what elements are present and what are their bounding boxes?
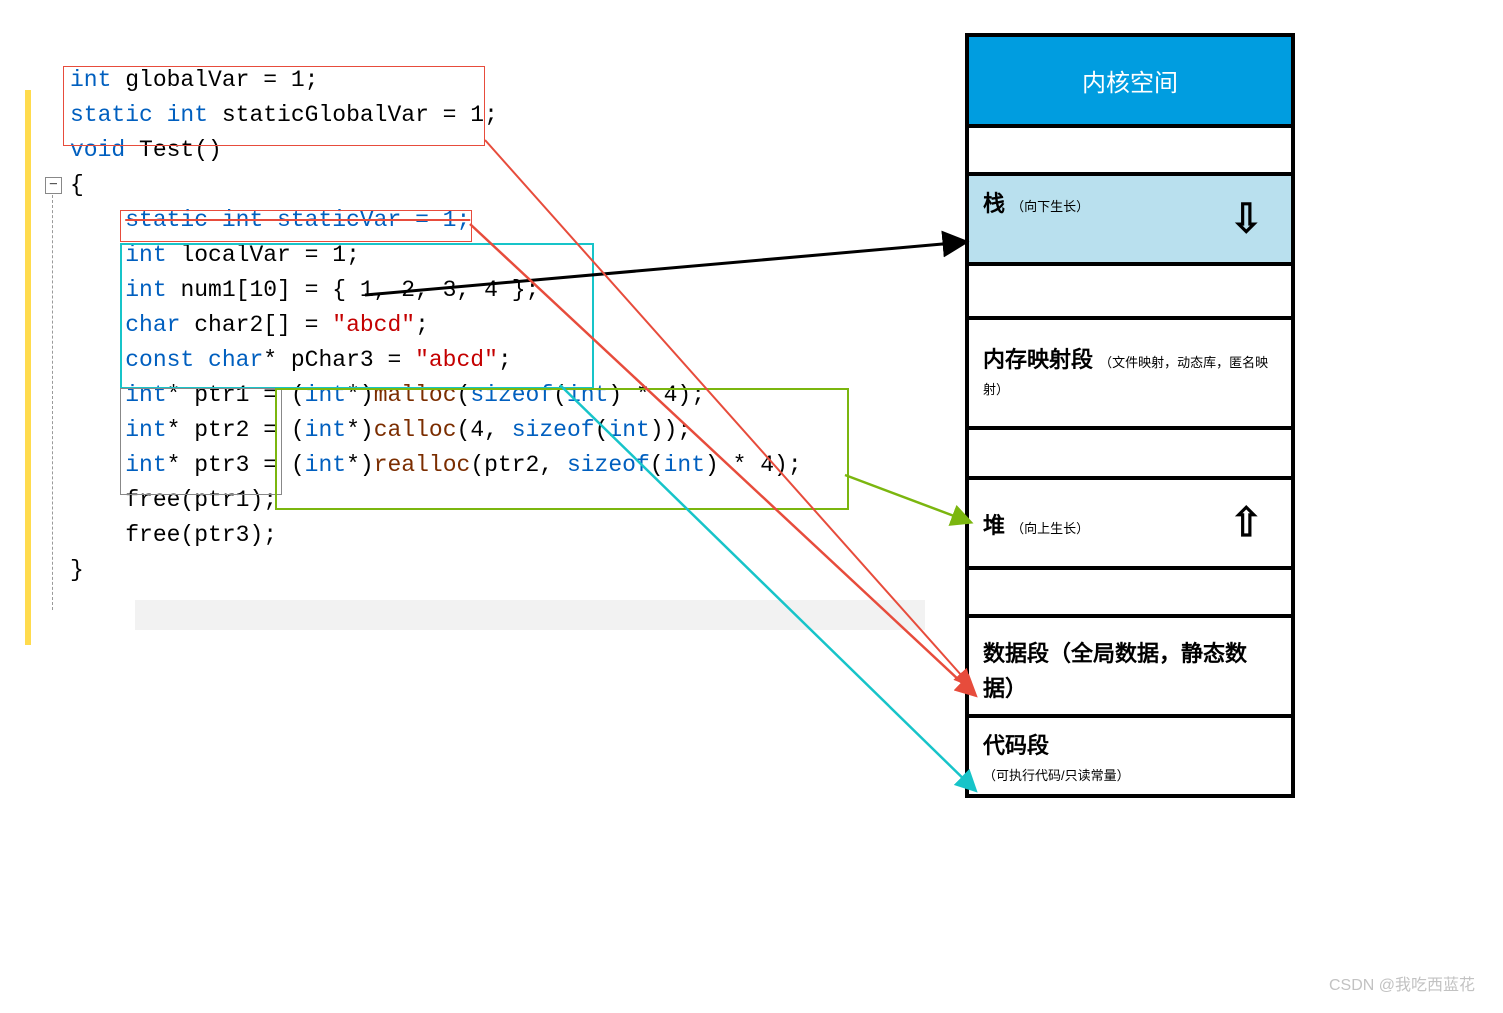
fold-toggle[interactable]: − bbox=[45, 177, 62, 194]
seg-heap-label: 堆 bbox=[983, 513, 1005, 538]
seg-gap bbox=[969, 262, 1291, 316]
memory-layout: 内核空间 栈 （向下生长） ⇩ 内存映射段 （文件映射，动态库，匿名映射） 堆 … bbox=[965, 33, 1295, 798]
gutter-bar bbox=[25, 90, 31, 645]
highlight-stack-box bbox=[120, 243, 594, 389]
brace-guide bbox=[52, 195, 53, 610]
arrow-up-icon: ⇧ bbox=[1229, 500, 1263, 546]
seg-mmap: 内存映射段 （文件映射，动态库，匿名映射） bbox=[969, 316, 1291, 426]
seg-code-label: 代码段 bbox=[983, 733, 1049, 758]
seg-kernel: 内核空间 bbox=[969, 37, 1291, 124]
seg-kernel-label: 内核空间 bbox=[1082, 70, 1178, 97]
seg-code: 代码段 （可执行代码/只读常量） bbox=[969, 714, 1291, 794]
fn-free: free(ptr3); bbox=[125, 522, 277, 548]
arrow-down-icon: ⇩ bbox=[1229, 196, 1263, 242]
highlight-globals-box bbox=[63, 66, 485, 146]
seg-heap: 堆 （向上生长） ⇧ bbox=[969, 476, 1291, 566]
highlight-heap-box bbox=[275, 388, 849, 510]
seg-mmap-label: 内存映射段 bbox=[983, 347, 1093, 372]
highlight-ptrs-box bbox=[120, 388, 282, 495]
arrow-alloc-to-heap bbox=[845, 475, 970, 522]
cursor-line-highlight bbox=[135, 600, 925, 630]
highlight-staticvar-box bbox=[120, 210, 472, 242]
seg-stack: 栈 （向下生长） ⇩ bbox=[969, 172, 1291, 262]
seg-data-label: 数据段（全局数据，静态数据） bbox=[983, 641, 1247, 701]
brace-close: } bbox=[70, 557, 84, 583]
seg-data: 数据段（全局数据，静态数据） bbox=[969, 614, 1291, 714]
seg-gap bbox=[969, 566, 1291, 614]
seg-code-note: （可执行代码/只读常量） bbox=[983, 768, 1130, 783]
seg-heap-note: （向上生长） bbox=[1011, 521, 1089, 536]
seg-gap bbox=[969, 124, 1291, 172]
seg-stack-label: 栈 bbox=[983, 191, 1005, 216]
seg-stack-note: （向下生长） bbox=[1011, 199, 1089, 214]
brace-open: { bbox=[70, 172, 84, 198]
seg-gap bbox=[969, 426, 1291, 476]
watermark: CSDN @我吃西蓝花 bbox=[1329, 971, 1475, 995]
